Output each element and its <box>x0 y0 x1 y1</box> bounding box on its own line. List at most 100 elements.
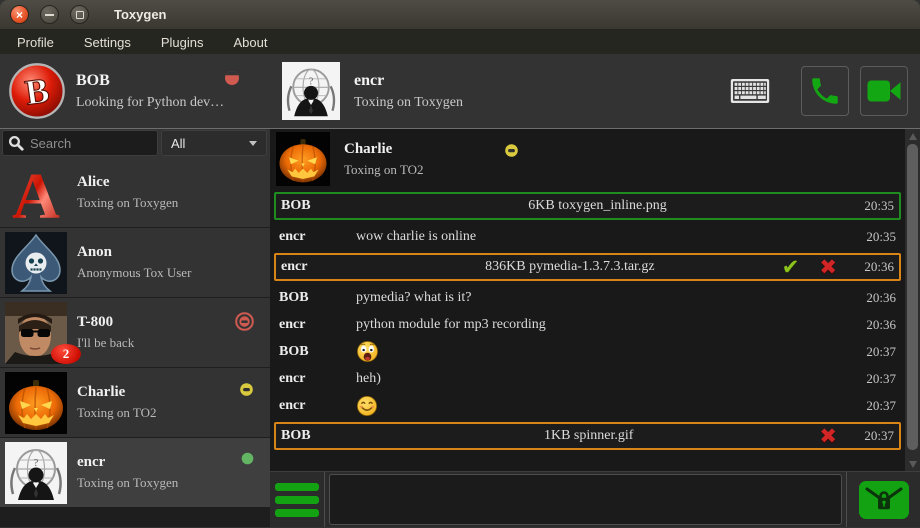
message-time: 20:35 <box>853 198 899 214</box>
contact-name: Anon <box>77 244 191 261</box>
self-status-message: Looking for Python dev… <box>76 95 224 111</box>
message-author: encr <box>274 398 356 414</box>
keyboard-icon <box>730 78 770 104</box>
close-button[interactable]: × <box>10 5 29 24</box>
scroll-down-button[interactable] <box>905 457 920 471</box>
smiling-smiley-icon <box>356 395 378 417</box>
message-author: BOB <box>274 290 356 306</box>
message-content: python module for mp3 recording <box>356 317 839 333</box>
file-transfer-row: encr 836KB pymedia-1.3.7.3.tar.gz ✔✖ 20:… <box>274 253 901 281</box>
search-box[interactable] <box>2 130 158 156</box>
accept-file-button[interactable]: ✔ <box>782 257 800 278</box>
message-content: wow charlie is online <box>356 229 839 245</box>
contact-item-charlie[interactable]: Charlie Toxing on TO2 <box>0 368 270 437</box>
message-list-wrap: Charlie Toxing on TO2 BOB 6KB toxygen_in… <box>272 131 903 470</box>
message-menu-button[interactable] <box>270 472 325 527</box>
message-content: heh) <box>356 371 839 387</box>
message-row: BOB pymedia? what is it? 20:36 <box>274 284 901 311</box>
audio-call-button[interactable] <box>801 66 849 116</box>
message-content: pymedia? what is it? <box>356 290 839 306</box>
file-actions: ✔✖ <box>782 257 837 278</box>
send-message-icon <box>859 481 909 519</box>
self-avatar: B <box>8 62 66 120</box>
maximize-button[interactable] <box>70 5 89 24</box>
message-row: BOB 20:37 <box>274 338 901 365</box>
arrow-up-icon <box>909 133 917 140</box>
message-content <box>356 395 839 417</box>
file-transfer-row: BOB 6KB toxygen_inline.png 20:35 <box>274 192 901 220</box>
message-list: BOB 6KB toxygen_inline.png 20:35 encr wo… <box>272 192 903 450</box>
toxygen-window: × Toxygen ProfileSettingsPluginsAbout B … <box>0 0 920 528</box>
message-row: encr heh) 20:37 <box>274 365 901 392</box>
chat-peer-avatar: ? <box>282 62 340 120</box>
inline-contact-card[interactable]: Charlie Toxing on TO2 <box>272 131 903 187</box>
window-title: Toxygen <box>114 7 167 22</box>
contact-status-message: Anonymous Tox User <box>77 265 191 281</box>
message-author: BOB <box>276 198 358 214</box>
svg-text:?: ? <box>34 457 39 469</box>
contact-list: A Alice Toxing on Toxygen Anon Anonymous… <box>0 158 270 527</box>
contact-item-t-800[interactable]: T-800 I'll be back 2 <box>0 298 270 367</box>
search-input[interactable] <box>30 136 130 151</box>
message-author: BOB <box>274 344 356 360</box>
send-button[interactable] <box>846 472 920 527</box>
menu-item-profile[interactable]: Profile <box>2 31 69 54</box>
message-time: 20:37 <box>853 428 899 444</box>
decline-file-button[interactable]: ✖ <box>819 426 837 447</box>
contact-avatar <box>5 372 67 434</box>
file-transfer-row: BOB 1KB spinner.gif ✖ 20:37 <box>274 422 901 450</box>
message-time: 20:35 <box>855 229 901 245</box>
contact-status-icon <box>241 452 254 470</box>
self-status-icon <box>224 70 240 91</box>
chat-scrollbar[interactable] <box>905 129 920 471</box>
self-profile[interactable]: B BOB Looking for Python dev… <box>0 54 270 128</box>
contact-name: Alice <box>77 174 178 191</box>
chat-peer-name: encr <box>354 72 730 90</box>
chevron-down-icon <box>249 141 257 146</box>
composer-bar <box>270 471 920 527</box>
contact-name: encr <box>77 454 178 471</box>
message-content <box>356 340 839 363</box>
top-bar: B BOB Looking for Python dev… ? encr Tox… <box>0 54 920 129</box>
arrow-down-icon <box>909 461 917 468</box>
menu-item-settings[interactable]: Settings <box>69 31 146 54</box>
contact-filter-dropdown[interactable]: All <box>161 130 267 156</box>
search-row: All <box>0 129 270 158</box>
minimize-button[interactable] <box>40 5 59 24</box>
title-bar[interactable]: × Toxygen <box>0 0 920 30</box>
contact-name: Charlie <box>77 384 157 401</box>
scroll-up-button[interactable] <box>905 129 920 143</box>
message-content: 1KB spinner.gif <box>358 428 819 444</box>
maximize-icon <box>76 11 84 19</box>
message-input[interactable] <box>329 474 842 525</box>
message-row: encr python module for mp3 recording 20:… <box>274 311 901 338</box>
chat-header: ? encr Toxing on Toxygen <box>270 54 920 128</box>
self-name: BOB <box>76 72 224 90</box>
menu-item-plugins[interactable]: Plugins <box>146 31 219 54</box>
contact-name: T-800 <box>77 314 134 331</box>
contact-status-message: I'll be back <box>77 335 134 351</box>
contact-item-alice[interactable]: A Alice Toxing on Toxygen <box>0 158 270 227</box>
message-content: 6KB toxygen_inline.png <box>358 198 837 214</box>
message-time: 20:36 <box>855 290 901 306</box>
menu-item-about[interactable]: About <box>218 31 282 54</box>
minimize-icon <box>45 14 54 16</box>
scrollbar-thumb[interactable] <box>907 144 918 450</box>
message-time: 20:37 <box>855 371 901 387</box>
message-author: BOB <box>276 428 358 444</box>
message-time: 20:36 <box>853 259 899 275</box>
contact-status-icon <box>239 382 254 402</box>
message-row: encr 20:37 <box>274 392 901 419</box>
screen-keyboard-button[interactable] <box>730 76 772 106</box>
message-content: 836KB pymedia-1.3.7.3.tar.gz <box>358 259 782 275</box>
contact-item-encr[interactable]: ? encr Toxing on Toxygen <box>0 438 270 507</box>
contact-item-anon[interactable]: Anon Anonymous Tox User <box>0 228 270 297</box>
message-time: 20:37 <box>855 398 901 414</box>
message-author: encr <box>274 371 356 387</box>
decline-file-button[interactable]: ✖ <box>819 257 837 278</box>
video-call-button[interactable] <box>860 66 908 116</box>
contact-status-message: Toxing on Toxygen <box>77 195 178 211</box>
hamburger-icon <box>275 483 319 491</box>
contact-status-message: Toxing on Toxygen <box>77 475 178 491</box>
contact-avatar: A <box>5 162 67 224</box>
